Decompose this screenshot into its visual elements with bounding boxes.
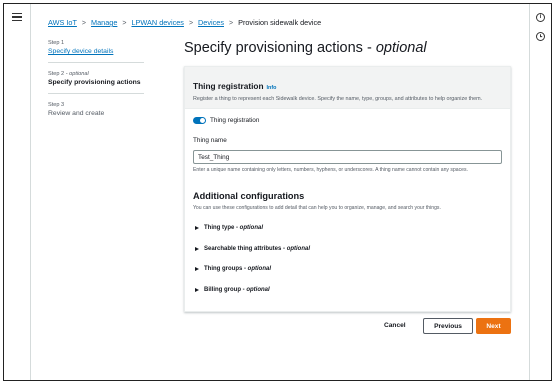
thing-name-hint: Enter a unique name containing only lett… [193, 167, 468, 173]
expander-thing-type[interactable]: Thing type - optional [195, 225, 263, 231]
thing-registration-toggle-row[interactable]: Thing registration [193, 117, 259, 124]
breadcrumb-separator: > [122, 20, 127, 27]
step-title-review: Review and create [48, 110, 105, 117]
expander-billing-group[interactable]: Billing group - optional [195, 287, 270, 293]
caret-right-icon [195, 288, 199, 292]
additional-configurations-title: Additional configurations [193, 191, 305, 201]
step-number: Step 2 - optional [48, 71, 144, 77]
step-3: Step 3 Review and create [48, 102, 144, 124]
expander-optional: optional [286, 246, 311, 252]
step-number: Step 3 [48, 102, 65, 108]
breadcrumb-separator: > [228, 20, 234, 27]
breadcrumb-separator: > [188, 20, 194, 27]
wizard-steps: Step 1 Specify device details Step 2 - o… [48, 40, 144, 132]
thing-registration-toggle[interactable] [193, 117, 206, 124]
expander-optional: optional [246, 287, 270, 293]
panel-title: Thing registration [193, 81, 264, 91]
step-optional-label: - optional [65, 71, 89, 77]
cancel-button[interactable]: Cancel [384, 322, 406, 329]
thing-name-label: Thing name [193, 137, 227, 144]
next-button[interactable]: Next [476, 318, 511, 334]
step-number-label: Step 2 [48, 71, 65, 77]
thing-name-input[interactable] [193, 150, 502, 164]
step-2: Step 2 - optional Specify provisioning a… [48, 71, 144, 94]
page-title-optional: optional [375, 40, 427, 56]
caret-right-icon [195, 267, 199, 271]
step-number: Step 1 [48, 40, 65, 46]
breadcrumb: AWS IoT > Manage > LPWAN devices > Devices > Pro… [48, 18, 321, 27]
panel-header: Thing registration Info Register a thing … [185, 67, 510, 109]
step-title-current: Specify provisioning actions [48, 79, 141, 86]
breadcrumb-lpwan-devices[interactable]: LPWAN devices [131, 18, 183, 27]
page-title: Specify provisioning actions - optional [184, 40, 427, 56]
thing-registration-panel: Thing registration Info Register a thing … [184, 66, 511, 312]
expander-optional: optional [239, 225, 264, 231]
expander-thing-groups[interactable]: Thing groups - optional [195, 266, 271, 272]
additional-configurations-description: You can use these configurations to add … [193, 205, 441, 211]
hamburger-menu-icon[interactable] [12, 13, 22, 23]
clock-icon[interactable] [536, 32, 545, 41]
expander-searchable-thing-attributes[interactable]: Searchable thing attributes - optional [195, 246, 310, 252]
breadcrumb-current: Provision sidewalk device [238, 18, 322, 27]
left-rail [4, 4, 31, 380]
right-rail: i [529, 4, 551, 380]
breadcrumb-devices[interactable]: Devices [198, 18, 224, 27]
info-link[interactable]: Info [267, 85, 277, 91]
expander-label: Searchable thing attributes - [204, 246, 286, 252]
breadcrumb-separator: > [81, 20, 87, 27]
page-title-main: Specify provisioning actions - [184, 40, 376, 56]
caret-right-icon [195, 247, 199, 251]
previous-button[interactable]: Previous [423, 318, 473, 334]
expander-optional: optional [247, 266, 272, 272]
toggle-knob [200, 118, 205, 123]
caret-right-icon [195, 226, 199, 230]
step-1: Step 1 Specify device details [48, 40, 144, 63]
breadcrumb-aws-iot[interactable]: AWS IoT [48, 18, 77, 27]
panel-description: Register a thing to represent each Sidew… [193, 96, 483, 102]
step-link-specify-device-details[interactable]: Specify device details [48, 48, 144, 55]
app-frame: i AWS IoT > Manage > LPWAN devices > Devices > P… [3, 3, 552, 381]
expander-label: Billing group - [204, 287, 245, 293]
breadcrumb-manage[interactable]: Manage [91, 18, 117, 27]
expander-label: Thing groups - [204, 266, 246, 272]
toggle-label: Thing registration [210, 117, 260, 124]
expander-label: Thing type - [204, 225, 238, 231]
info-circle-icon[interactable]: i [536, 13, 545, 22]
